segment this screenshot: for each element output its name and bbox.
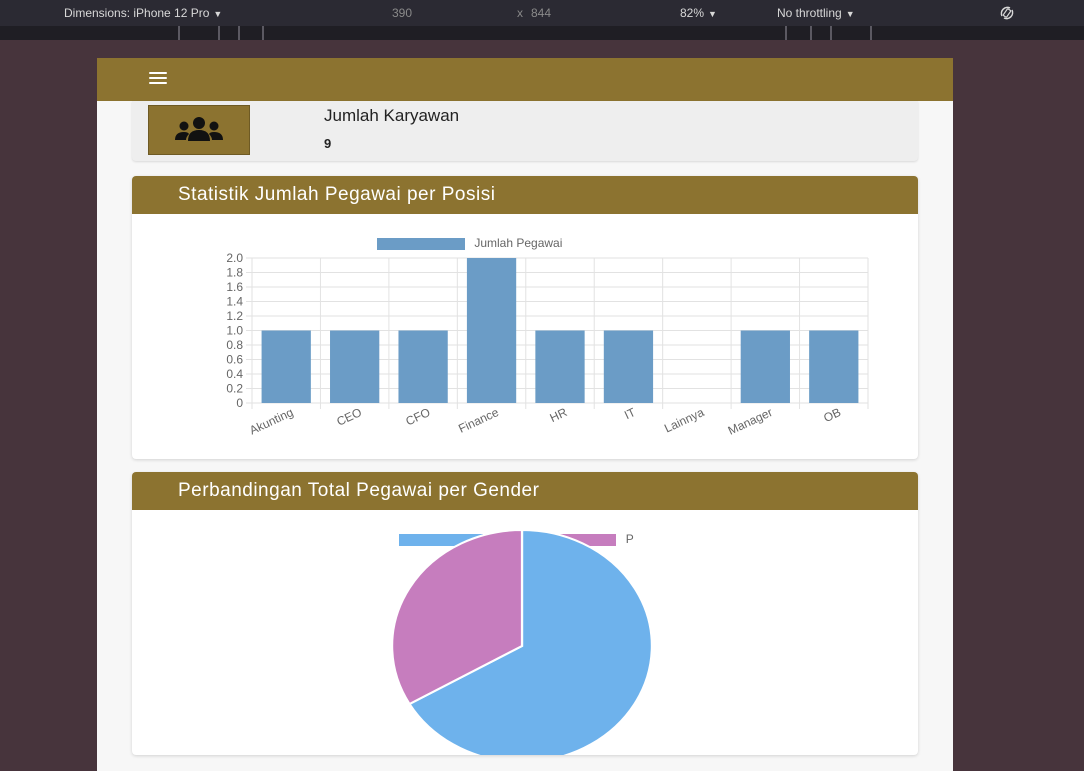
zoom-dropdown[interactable]: 82% ▼ [680,6,717,20]
zoom-label: 82% [680,6,705,20]
bar-hr[interactable] [535,330,585,404]
x-tick-label: CFO [403,405,432,428]
y-tick-label: 1.8 [226,266,243,280]
y-tick-label: 1.4 [226,295,243,309]
y-tick-label: 0.2 [226,382,243,396]
chevron-down-icon: ▼ [708,9,717,19]
x-tick-label: CEO [334,405,363,429]
y-tick-label: 0.8 [226,338,243,352]
bar-akunting[interactable] [261,330,311,404]
bar-ceo[interactable] [330,330,380,404]
device-dimensions-dropdown[interactable]: Dimensions: iPhone 12 Pro ▼ [64,6,222,20]
bar-finance[interactable] [466,258,517,403]
gender-comparison-card: Perbandingan Total Pegawai per Gender L … [132,472,918,755]
device-viewport: Jumlah Karyawan 9 Statistik Jumlah Pegaw… [97,58,953,771]
dashboard-content: Jumlah Karyawan 9 Statistik Jumlah Pegaw… [97,101,953,771]
devtools-toolbar: Dimensions: iPhone 12 Pro ▼ 390 x 844 82%… [0,0,1084,26]
times-label: x [517,6,523,20]
viewport-width-input[interactable]: 390 [392,6,412,20]
y-tick-label: 2.0 [226,251,243,265]
x-tick-label: OB [821,405,843,425]
bar-cfo[interactable] [398,330,448,404]
y-tick-label: 1.2 [226,309,243,323]
position-stats-card: Statistik Jumlah Pegawai per Posisi Juml… [132,176,918,459]
y-tick-label: 1.0 [226,324,243,338]
top-navbar [97,58,953,101]
pie-chart [390,528,654,755]
rotate-icon[interactable] [997,3,1017,23]
viewport-height-input[interactable]: 844 [531,6,551,20]
menu-icon[interactable] [149,72,167,85]
x-tick-label: HR [548,405,570,425]
employee-count-card: Jumlah Karyawan 9 [132,101,918,161]
bar-it[interactable] [603,330,654,404]
y-tick-label: 1.6 [226,280,243,294]
device-ruler [0,26,1084,40]
x-tick-label: Manager [726,405,775,438]
x-tick-label: Finance [456,405,501,436]
bar-manager[interactable] [740,330,790,404]
device-dimensions-label: Dimensions: iPhone 12 Pro [64,6,210,20]
chevron-down-icon: ▼ [213,9,223,19]
bar-chart: 00.20.40.60.81.01.21.41.61.82.0 Akunting C… [226,251,869,438]
x-tick-label: Akunting [247,405,295,437]
bar-ob[interactable] [809,330,859,404]
employee-count-value: 9 [324,136,332,151]
chevron-down-icon: ▼ [845,9,855,19]
y-tick-label: 0.6 [226,353,243,367]
users-icon-box [148,105,250,155]
x-tick-label: Lainnya [662,405,706,436]
y-tick-label: 0.4 [226,367,243,381]
employee-count-label: Jumlah Karyawan [324,106,460,125]
x-tick-label: IT [622,405,638,422]
throttling-label: No throttling [777,6,842,20]
throttling-dropdown[interactable]: No throttling ▼ [777,6,855,20]
users-icon [175,117,223,141]
y-tick-label: 0 [236,396,243,410]
